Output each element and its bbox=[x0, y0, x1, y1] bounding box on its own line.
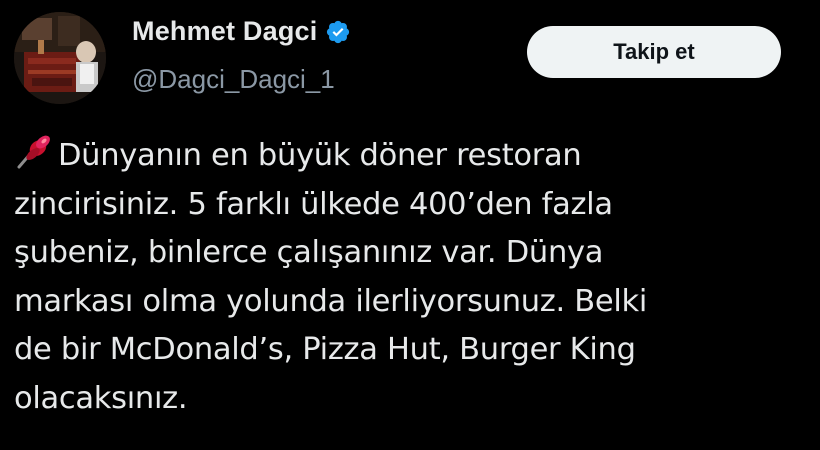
author-handle[interactable]: @Dagci_Dagci_1 bbox=[132, 64, 335, 95]
display-name[interactable]: Mehmet Dagci bbox=[132, 16, 317, 47]
author-name-row: Mehmet Dagci bbox=[132, 16, 351, 47]
verified-badge-icon bbox=[325, 19, 351, 45]
follow-button[interactable]: Takip et bbox=[527, 26, 781, 78]
tweet-text: Dünyanın en büyük döner restoran zinciri… bbox=[14, 138, 648, 416]
tweet-text-container: Dünyanın en büyük döner restoran zinciri… bbox=[14, 132, 814, 423]
avatar-photo-icon bbox=[14, 12, 106, 104]
pushpin-icon bbox=[14, 134, 54, 170]
avatar[interactable] bbox=[14, 12, 106, 104]
tweet-card: Mehmet Dagci @Dagci_Dagci_1 Takip et Dün… bbox=[0, 0, 820, 450]
